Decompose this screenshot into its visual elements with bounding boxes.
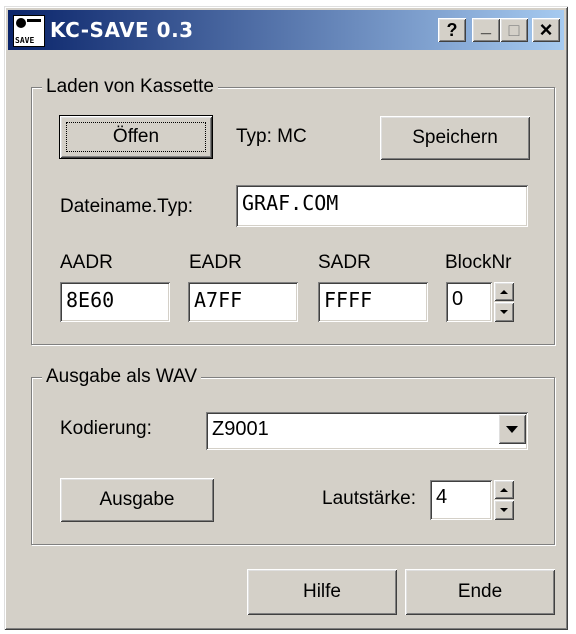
chevron-down-icon (506, 425, 518, 433)
app-icon: SAVE (13, 15, 45, 47)
help-title-button[interactable]: ? (438, 18, 466, 42)
spin-up-button[interactable] (494, 282, 514, 301)
help-button-label: Hilfe (302, 581, 341, 602)
dropdown-button[interactable] (498, 414, 526, 444)
save-button-label: Speichern (412, 127, 498, 148)
wav-group: Ausgabe als WAV Kodierung: Z9001 Ausgabe… (31, 366, 555, 545)
encoding-value: Z9001 (212, 418, 269, 440)
help-button[interactable]: Hilfe (247, 569, 397, 615)
volume-input[interactable]: 4 (430, 480, 492, 520)
load-group: Laden von Kassette Öffen Typ: MC Speiche… (31, 76, 555, 345)
arrow-down-icon (500, 508, 508, 512)
filename-input[interactable]: GRAF.COM (236, 185, 528, 227)
exit-button-label: Ende (457, 581, 503, 602)
blocknr-spinner[interactable] (494, 282, 514, 322)
eadr-label: EADR (189, 252, 242, 273)
maximize-button: □ (500, 18, 528, 42)
open-button-label: Öffen (112, 126, 160, 147)
help-icon: ? (446, 19, 458, 40)
encoding-select[interactable]: Z9001 (206, 412, 528, 450)
volume-spinner[interactable] (494, 480, 514, 520)
aadr-label: AADR (60, 252, 113, 273)
minimize-button[interactable]: _ (472, 15, 500, 42)
blocknr-input[interactable]: 0 (446, 282, 492, 322)
maximize-icon: □ (508, 19, 520, 40)
load-group-legend: Laden von Kassette (42, 76, 218, 98)
wav-group-legend: Ausgabe als WAV (42, 366, 202, 388)
minimize-icon: _ (480, 15, 491, 36)
output-button-label: Ausgabe (99, 489, 175, 510)
sadr-input[interactable]: FFFF (318, 282, 428, 322)
volume-label: Lautstärke: (322, 488, 416, 509)
blocknr-label: BlockNr (445, 252, 512, 273)
eadr-input[interactable]: A7FF (188, 282, 298, 322)
encoding-label: Kodierung: (60, 418, 152, 439)
save-button[interactable]: Speichern (380, 116, 530, 160)
spin-down-button[interactable] (494, 500, 514, 520)
aadr-input[interactable]: 8E60 (60, 282, 170, 322)
title-bar[interactable]: SAVE KC-SAVE 0.3 ? _ □ × (8, 10, 564, 50)
sadr-label: SADR (318, 252, 371, 273)
close-button[interactable]: × (532, 17, 560, 42)
arrow-down-icon (500, 310, 508, 314)
spin-up-button[interactable] (494, 480, 514, 499)
dialog-window: SAVE KC-SAVE 0.3 ? _ □ × Laden von Kasse… (4, 6, 568, 630)
arrow-up-icon (500, 487, 508, 492)
window-title: KC-SAVE 0.3 (50, 18, 194, 42)
open-button[interactable]: Öffen (59, 115, 213, 159)
filename-label: Dateiname.Typ: (60, 196, 194, 217)
exit-button[interactable]: Ende (405, 569, 555, 615)
app-icon-text: SAVE (15, 36, 35, 45)
spin-down-button[interactable] (494, 302, 514, 322)
type-label: Typ: MC (236, 126, 307, 147)
output-button[interactable]: Ausgabe (60, 478, 214, 522)
arrow-up-icon (500, 289, 508, 294)
close-icon: × (539, 17, 553, 42)
